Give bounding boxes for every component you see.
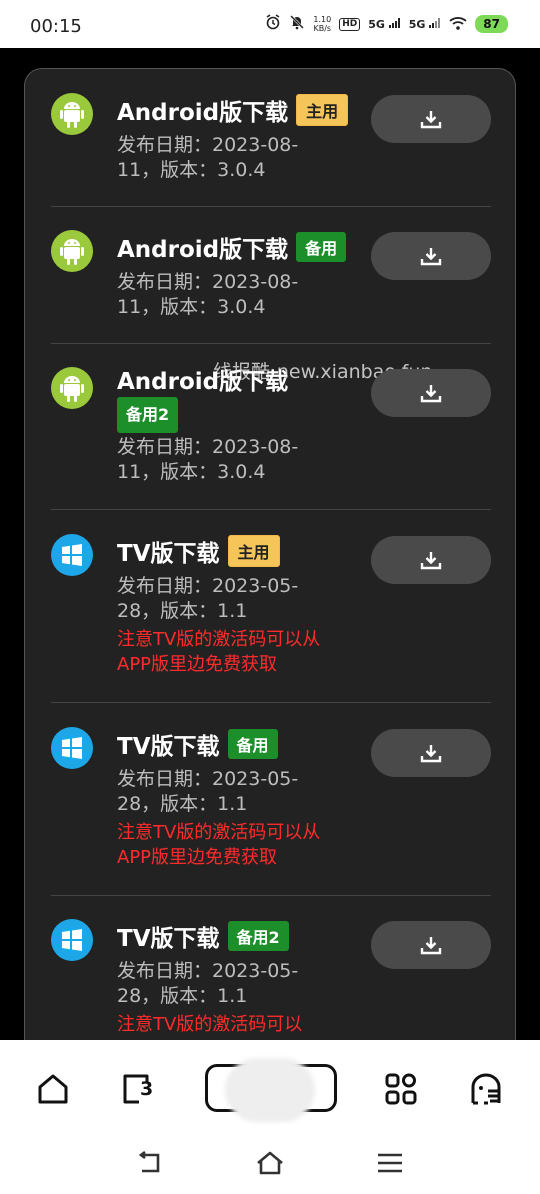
list-item: Android版下载 备用2 发布日期：2023-08-11，版本：3.0.4	[51, 367, 491, 507]
item-title: TV版下载 主用	[117, 534, 280, 568]
android-icon	[51, 367, 93, 409]
apps-icon	[385, 1073, 417, 1105]
download-icon	[420, 552, 442, 570]
hd-icon: HD	[339, 17, 361, 31]
item-title-text: Android版下载	[117, 237, 289, 263]
download-icon	[420, 111, 442, 129]
download-list-card: 线报酷-new.xianbao.fun Android版下载 主用 发布日期：2…	[24, 68, 516, 1070]
list-item: Android版下载 主用 发布日期：2023-08-11，版本：3.0.4	[51, 93, 491, 205]
bottom-navigation: 3	[0, 1040, 540, 1194]
net-speed: 1.10 KB/s	[313, 15, 331, 33]
status-icons: 1.10 KB/s HD 5G 5G 87	[265, 14, 508, 34]
profile-button[interactable]	[461, 1064, 511, 1114]
download-button[interactable]	[371, 536, 491, 584]
divider	[51, 895, 491, 896]
item-title-text: TV版下载	[117, 541, 220, 567]
badge-primary: 主用	[296, 94, 349, 126]
item-title-text: TV版下载	[117, 926, 220, 952]
item-meta: 发布日期：2023-05-28，版本：1.1	[117, 575, 299, 622]
item-meta: 发布日期：2023-05-28，版本：1.1	[117, 960, 299, 1007]
back-arrow-icon	[138, 1151, 160, 1173]
system-home-button[interactable]	[255, 1148, 285, 1178]
download-button[interactable]	[371, 232, 491, 280]
signal-5g-label: 5G	[368, 18, 385, 31]
download-button[interactable]	[371, 95, 491, 143]
list-item: TV版下载 主用 发布日期：2023-05-28，版本：1.1 注意TV版的激活…	[51, 534, 491, 699]
net-speed-unit: KB/s	[313, 24, 332, 33]
home-button[interactable]	[28, 1064, 78, 1114]
status-bar: 00:15 1.10 KB/s HD 5G 5G 87	[0, 0, 540, 48]
tabs-button[interactable]: 3	[112, 1064, 162, 1114]
system-menu-button[interactable]	[375, 1148, 405, 1178]
battery-indicator: 87	[475, 15, 508, 33]
badge-backup: 备用	[227, 729, 278, 759]
center-avatar[interactable]	[225, 1058, 315, 1122]
divider	[51, 702, 491, 703]
android-icon	[51, 93, 93, 135]
mute-bell-icon	[289, 14, 305, 34]
signal-5g-label: 5G	[408, 18, 426, 31]
list-item: Android版下载 备用 发布日期：2023-08-11，版本：3.0.4	[51, 230, 491, 342]
download-icon	[420, 385, 442, 403]
item-title-text: TV版下载	[117, 734, 220, 760]
item-title: TV版下载 备用2	[117, 919, 289, 953]
item-meta: 发布日期：2023-08-11，版本：3.0.4	[117, 436, 299, 483]
windows-icon	[51, 919, 93, 961]
item-title: Android版下载 主用	[117, 93, 349, 127]
item-title: TV版下载 备用	[117, 727, 278, 761]
download-icon	[420, 248, 442, 266]
divider	[51, 343, 491, 344]
alarm-icon	[265, 14, 281, 34]
ghost-icon	[471, 1073, 501, 1105]
home-icon	[38, 1074, 68, 1104]
divider	[51, 206, 491, 207]
badge-backup: 备用	[296, 232, 347, 262]
download-button[interactable]	[371, 921, 491, 969]
home-outline-icon	[257, 1151, 283, 1175]
badge-backup: 备用2	[227, 921, 289, 951]
download-button[interactable]	[371, 369, 491, 417]
item-meta: 发布日期：2023-08-11，版本：3.0.4	[117, 271, 299, 318]
item-title: Android版下载 备用	[117, 230, 347, 264]
apps-button[interactable]	[376, 1064, 426, 1114]
tab-count: 3	[140, 1078, 154, 1100]
download-button[interactable]	[371, 729, 491, 777]
wifi-icon	[449, 15, 467, 34]
system-back-button[interactable]	[135, 1148, 165, 1178]
item-note: 注意TV版的激活码可以	[117, 1014, 303, 1035]
download-icon	[420, 937, 442, 955]
windows-icon	[51, 727, 93, 769]
android-icon	[51, 230, 93, 272]
badge-primary: 主用	[227, 535, 280, 567]
signal-5g-1: 5G	[368, 18, 401, 30]
list-item: TV版下载 备用2 发布日期：2023-05-28，版本：1.1 注意TV版的激…	[51, 919, 491, 1059]
item-meta: 发布日期：2023-05-28，版本：1.1	[117, 768, 299, 815]
menu-icon	[378, 1153, 402, 1173]
signal-5g-2: 5G	[409, 18, 442, 30]
item-title: Android版下载 备用2	[117, 367, 347, 433]
badge-backup: 备用2	[117, 397, 179, 433]
item-title-text: Android版下载	[117, 369, 289, 395]
status-time: 00:15	[30, 16, 82, 37]
net-speed-value: 1.10	[313, 15, 332, 24]
item-title-text: Android版下载	[117, 100, 289, 126]
windows-icon	[51, 534, 93, 576]
list-item: TV版下载 备用 发布日期：2023-05-28，版本：1.1 注意TV版的激活…	[51, 727, 491, 892]
item-note: 注意TV版的激活码可以从APP版里边免费获取	[117, 629, 321, 675]
item-note: 注意TV版的激活码可以从APP版里边免费获取	[117, 822, 321, 868]
item-meta: 发布日期：2023-08-11，版本：3.0.4	[117, 134, 299, 181]
divider	[51, 509, 491, 510]
download-icon	[420, 745, 442, 763]
